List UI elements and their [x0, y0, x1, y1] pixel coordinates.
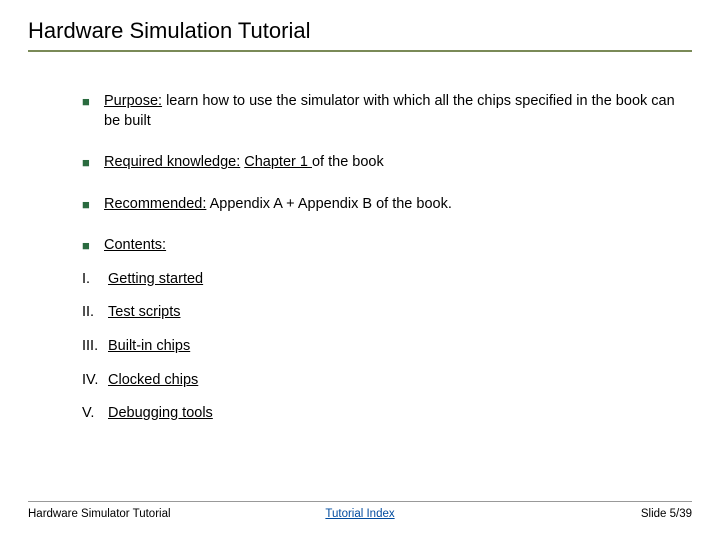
contents-item: IV. Clocked chips	[82, 371, 692, 391]
recommended-text: Appendix A + Appendix B of the book.	[206, 196, 452, 212]
contents-link-clocked-chips[interactable]: Clocked chips	[108, 371, 198, 391]
square-bullet-icon: ■	[82, 153, 104, 173]
recommended-label: Recommended:	[104, 196, 206, 212]
square-bullet-icon: ■	[82, 92, 104, 112]
contents-item: V. Debugging tools	[82, 404, 692, 424]
roman-numeral: II.	[82, 303, 108, 323]
footer-left: Hardware Simulator Tutorial	[28, 508, 171, 520]
slide-body: ■ Purpose: learn how to use the simulato…	[28, 92, 692, 424]
contents-link-built-in-chips[interactable]: Built-in chips	[108, 337, 190, 357]
roman-numeral: IV.	[82, 371, 108, 391]
square-bullet-icon: ■	[82, 195, 104, 215]
slide: Hardware Simulation Tutorial ■ Purpose: …	[0, 0, 720, 540]
slide-footer: Hardware Simulator Tutorial Tutorial Ind…	[28, 501, 692, 520]
contents-list: I. Getting started II. Test scripts III.…	[82, 270, 692, 424]
required-rest: of the book	[312, 154, 384, 170]
purpose-text: learn how to use the simulator with whic…	[104, 93, 675, 129]
roman-numeral: I.	[82, 270, 108, 290]
purpose-label: Purpose:	[104, 93, 162, 109]
square-bullet-icon: ■	[82, 236, 104, 256]
bullet-recommended: ■ Recommended: Appendix A + Appendix B o…	[82, 195, 692, 215]
bullet-text: Recommended: Appendix A + Appendix B of …	[104, 195, 692, 215]
contents-link-getting-started[interactable]: Getting started	[108, 270, 203, 290]
roman-numeral: III.	[82, 337, 108, 357]
bullet-purpose: ■ Purpose: learn how to use the simulato…	[82, 92, 692, 131]
bullet-text: Contents:	[104, 236, 692, 256]
bullet-contents: ■ Contents:	[82, 236, 692, 256]
bullet-text: Purpose: learn how to use the simulator …	[104, 92, 692, 131]
contents-link-test-scripts[interactable]: Test scripts	[108, 303, 181, 323]
slide-number: Slide 5/39	[641, 508, 692, 520]
chapter-1-link[interactable]: Chapter 1	[244, 154, 312, 170]
roman-numeral: V.	[82, 404, 108, 424]
contents-link-debugging-tools[interactable]: Debugging tools	[108, 404, 213, 424]
tutorial-index-link[interactable]: Tutorial Index	[325, 508, 394, 520]
required-label: Required knowledge:	[104, 154, 240, 170]
contents-item: III. Built-in chips	[82, 337, 692, 357]
contents-item: II. Test scripts	[82, 303, 692, 323]
page-title: Hardware Simulation Tutorial	[28, 18, 692, 52]
contents-item: I. Getting started	[82, 270, 692, 290]
bullet-required: ■ Required knowledge: Chapter 1 of the b…	[82, 153, 692, 173]
bullet-text: Required knowledge: Chapter 1 of the boo…	[104, 153, 692, 173]
contents-label: Contents:	[104, 237, 166, 253]
